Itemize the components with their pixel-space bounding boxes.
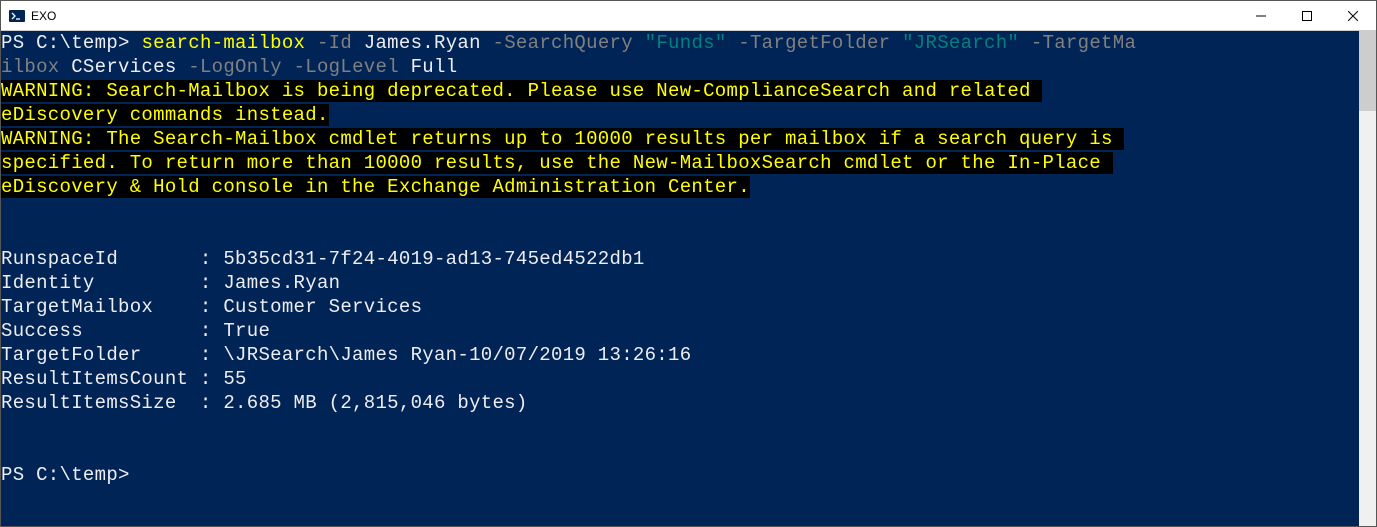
window-title: EXO xyxy=(31,9,1238,23)
warning-2-line-3: eDiscovery & Hold console in the Exchang… xyxy=(1,176,750,198)
result-resultitemscount: ResultItemsCount : 55 xyxy=(1,367,1359,391)
param-targetmailbox-pt1: -TargetMa xyxy=(1019,32,1136,54)
warning-1-line-1: WARNING: Search-Mailbox is being depreca… xyxy=(1,80,1042,102)
result-runspaceid: RunspaceId : 5b35cd31-7f24-4019-ad13-745… xyxy=(1,247,1359,271)
minimize-button[interactable] xyxy=(1238,1,1284,30)
command-cmdlet: search-mailbox xyxy=(141,32,305,54)
warning-2-line-1: WARNING: The Search-Mailbox cmdlet retur… xyxy=(1,128,1124,150)
prompt-2: PS C:\temp> xyxy=(1,464,130,486)
param-searchquery: -SearchQuery xyxy=(481,32,645,54)
arg-targetmailbox: CServices xyxy=(71,56,176,78)
result-targetfolder: TargetFolder : \JRSearch\James Ryan-10/0… xyxy=(1,343,1359,367)
arg-targetfolder: "JRSearch" xyxy=(902,32,1019,54)
warning-2-line-2: specified. To return more than 10000 res… xyxy=(1,152,1113,174)
terminal-output[interactable]: PS C:\temp> search-mailbox -Id James.Rya… xyxy=(1,31,1359,526)
param-loglevel: -LogLevel xyxy=(282,56,411,78)
result-success: Success : True xyxy=(1,319,1359,343)
window-controls xyxy=(1238,1,1376,30)
scrollbar[interactable] xyxy=(1359,31,1376,526)
powershell-window: EXO PS C:\temp> search-mailbox -Id James… xyxy=(0,0,1377,527)
arg-id: James.Ryan xyxy=(364,32,481,54)
arg-searchquery: "Funds" xyxy=(645,32,727,54)
powershell-icon xyxy=(9,8,25,24)
scrollbar-thumb[interactable] xyxy=(1359,31,1376,111)
result-targetmailbox: TargetMailbox : Customer Services xyxy=(1,295,1359,319)
close-button[interactable] xyxy=(1330,1,1376,30)
param-logonly: -LogOnly xyxy=(177,56,282,78)
result-resultitemssize: ResultItemsSize : 2.685 MB (2,815,046 by… xyxy=(1,391,1359,415)
param-id: -Id xyxy=(305,32,364,54)
param-targetfolder: -TargetFolder xyxy=(727,32,903,54)
maximize-button[interactable] xyxy=(1284,1,1330,30)
param-targetmailbox-pt2: ilbox xyxy=(1,56,71,78)
result-identity: Identity : James.Ryan xyxy=(1,271,1359,295)
prompt: PS C:\temp> xyxy=(1,32,141,54)
warning-1-line-2: eDiscovery commands instead. xyxy=(1,104,329,126)
terminal-area: PS C:\temp> search-mailbox -Id James.Rya… xyxy=(1,31,1376,526)
titlebar[interactable]: EXO xyxy=(1,1,1376,31)
arg-loglevel: Full xyxy=(411,56,458,78)
